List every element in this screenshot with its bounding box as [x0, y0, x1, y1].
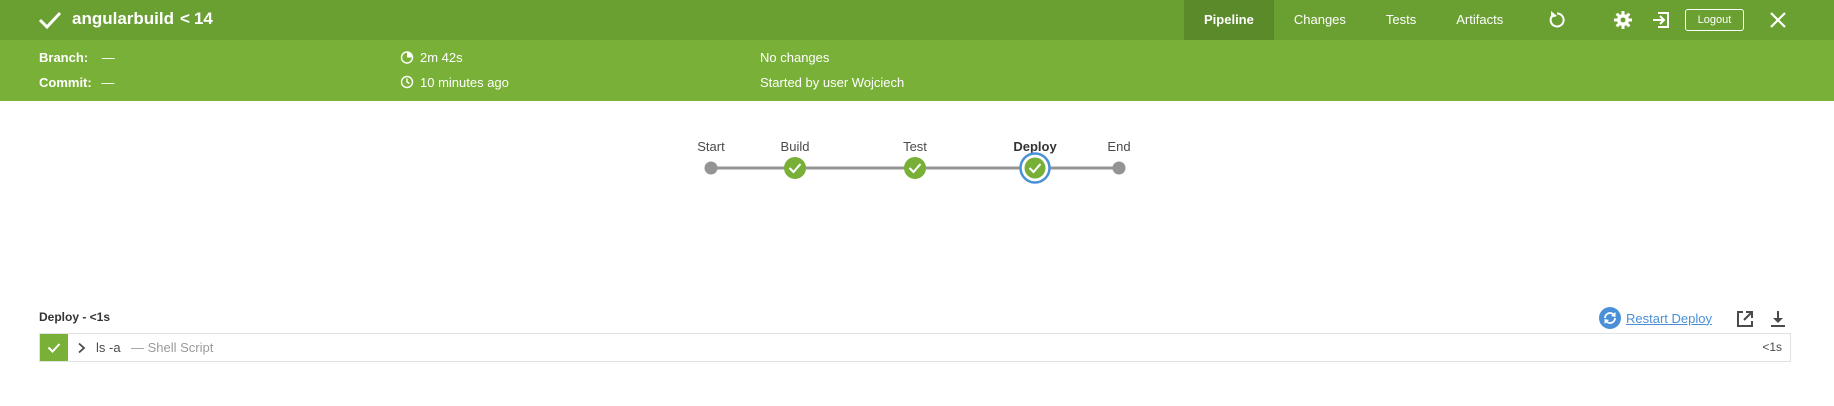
commit-value: — — [101, 75, 115, 90]
step-status-success — [40, 334, 68, 361]
pipeline-graph-svg — [704, 152, 1126, 184]
stage-node-build[interactable] — [784, 157, 806, 179]
stage-node-deploy[interactable] — [1019, 152, 1051, 184]
chevron-right-icon[interactable] — [76, 342, 86, 354]
pipeline-graph: Start Build Test Deploy End — [0, 101, 1834, 221]
step-command: ls -a — [96, 340, 121, 355]
tab-tests[interactable]: Tests — [1366, 0, 1436, 40]
time-ago-value: 10 minutes ago — [420, 75, 509, 90]
tab-pipeline[interactable]: Pipeline — [1184, 0, 1274, 40]
open-external-icon[interactable] — [1735, 309, 1755, 329]
replay-icon[interactable] — [1547, 10, 1567, 30]
stage-node-test[interactable] — [904, 157, 926, 179]
step-duration: <1s — [1762, 340, 1782, 354]
restart-icon — [1599, 307, 1621, 329]
top-header: angularbuild <14 Pipeline Changes Tests A… — [0, 0, 1834, 40]
clock-icon — [400, 75, 414, 89]
run-title: angularbuild <14 — [72, 9, 213, 29]
stage-node-end — [1112, 161, 1126, 175]
tab-artifacts[interactable]: Artifacts — [1436, 0, 1523, 40]
download-icon[interactable] — [1768, 309, 1788, 329]
branch-label: Branch: — [39, 50, 89, 65]
check-icon — [47, 343, 61, 353]
close-icon[interactable] — [1768, 10, 1788, 30]
time-info: 10 minutes ago — [400, 75, 509, 90]
duration-info: 2m 42s — [400, 50, 463, 65]
restart-deploy-button[interactable]: Restart Deploy — [1599, 307, 1712, 329]
stopwatch-icon — [400, 51, 414, 64]
run-summary: Branch: — Commit: — 2m 42s 10 minutes ag… — [0, 40, 1834, 101]
duration-value: 2m 42s — [420, 50, 463, 65]
tab-changes[interactable]: Changes — [1274, 0, 1366, 40]
logout-button[interactable]: Logout — [1685, 9, 1744, 31]
step-type: — Shell Script — [131, 340, 214, 355]
restart-deploy-label[interactable]: Restart Deploy — [1626, 311, 1712, 326]
commit-label: Commit: — [39, 75, 92, 90]
branch-value: — — [101, 50, 115, 65]
exit-icon[interactable] — [1651, 10, 1671, 30]
job-name[interactable]: angularbuild — [72, 9, 174, 28]
run-number: 14 — [193, 9, 213, 28]
stage-node-start — [704, 161, 718, 175]
stage-detail-title: Deploy - <1s — [39, 310, 111, 324]
step-row[interactable]: ls -a — Shell Script <1s — [39, 333, 1791, 362]
gear-icon[interactable] — [1613, 10, 1633, 30]
title-separator: < — [180, 9, 190, 28]
commit-info: Commit: — — [39, 75, 114, 90]
check-icon — [38, 11, 62, 30]
started-by-info: Started by user Wojciech — [760, 75, 905, 90]
branch-info: Branch: — — [39, 50, 115, 65]
changes-info: No changes — [760, 50, 830, 65]
tab-bar: Pipeline Changes Tests Artifacts — [1184, 0, 1523, 40]
